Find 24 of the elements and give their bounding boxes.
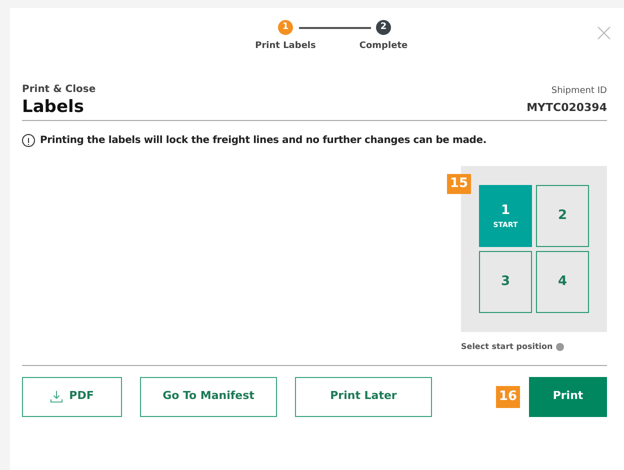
step-number: 2 (376, 20, 391, 35)
print-button[interactable]: Print (529, 376, 607, 416)
position-caption: Select start position (461, 340, 553, 352)
warning-icon (22, 134, 35, 146)
outline-button[interactable]: Go To Manifest (140, 376, 277, 416)
annotation-badge: 16 (496, 386, 520, 408)
warning-text: Printing the labels will lock the freight lines and no further changes can be made. (40, 134, 486, 148)
step-label: Print Labels (255, 40, 316, 53)
position-tile[interactable]: 2 (536, 184, 589, 246)
step-number: 1 (278, 20, 293, 35)
shipment-label: Shipment ID (551, 84, 607, 98)
annotation-badge: 15 (446, 174, 471, 194)
close-icon (596, 25, 612, 41)
shipment-id: MYTC020394 (526, 100, 607, 116)
step-label: Complete (359, 40, 408, 53)
header-subtitle: Print & Close (22, 82, 96, 96)
download-icon (50, 390, 64, 403)
header-title: Labels (22, 96, 85, 116)
position-tile[interactable]: 4 (536, 251, 589, 313)
outline-button[interactable]: Print Later (295, 376, 432, 416)
stepper-line (298, 27, 370, 29)
close-button[interactable] (596, 25, 612, 41)
position-tile[interactable]: 3 (479, 251, 532, 313)
pdf-button[interactable]: PDF (22, 376, 122, 416)
